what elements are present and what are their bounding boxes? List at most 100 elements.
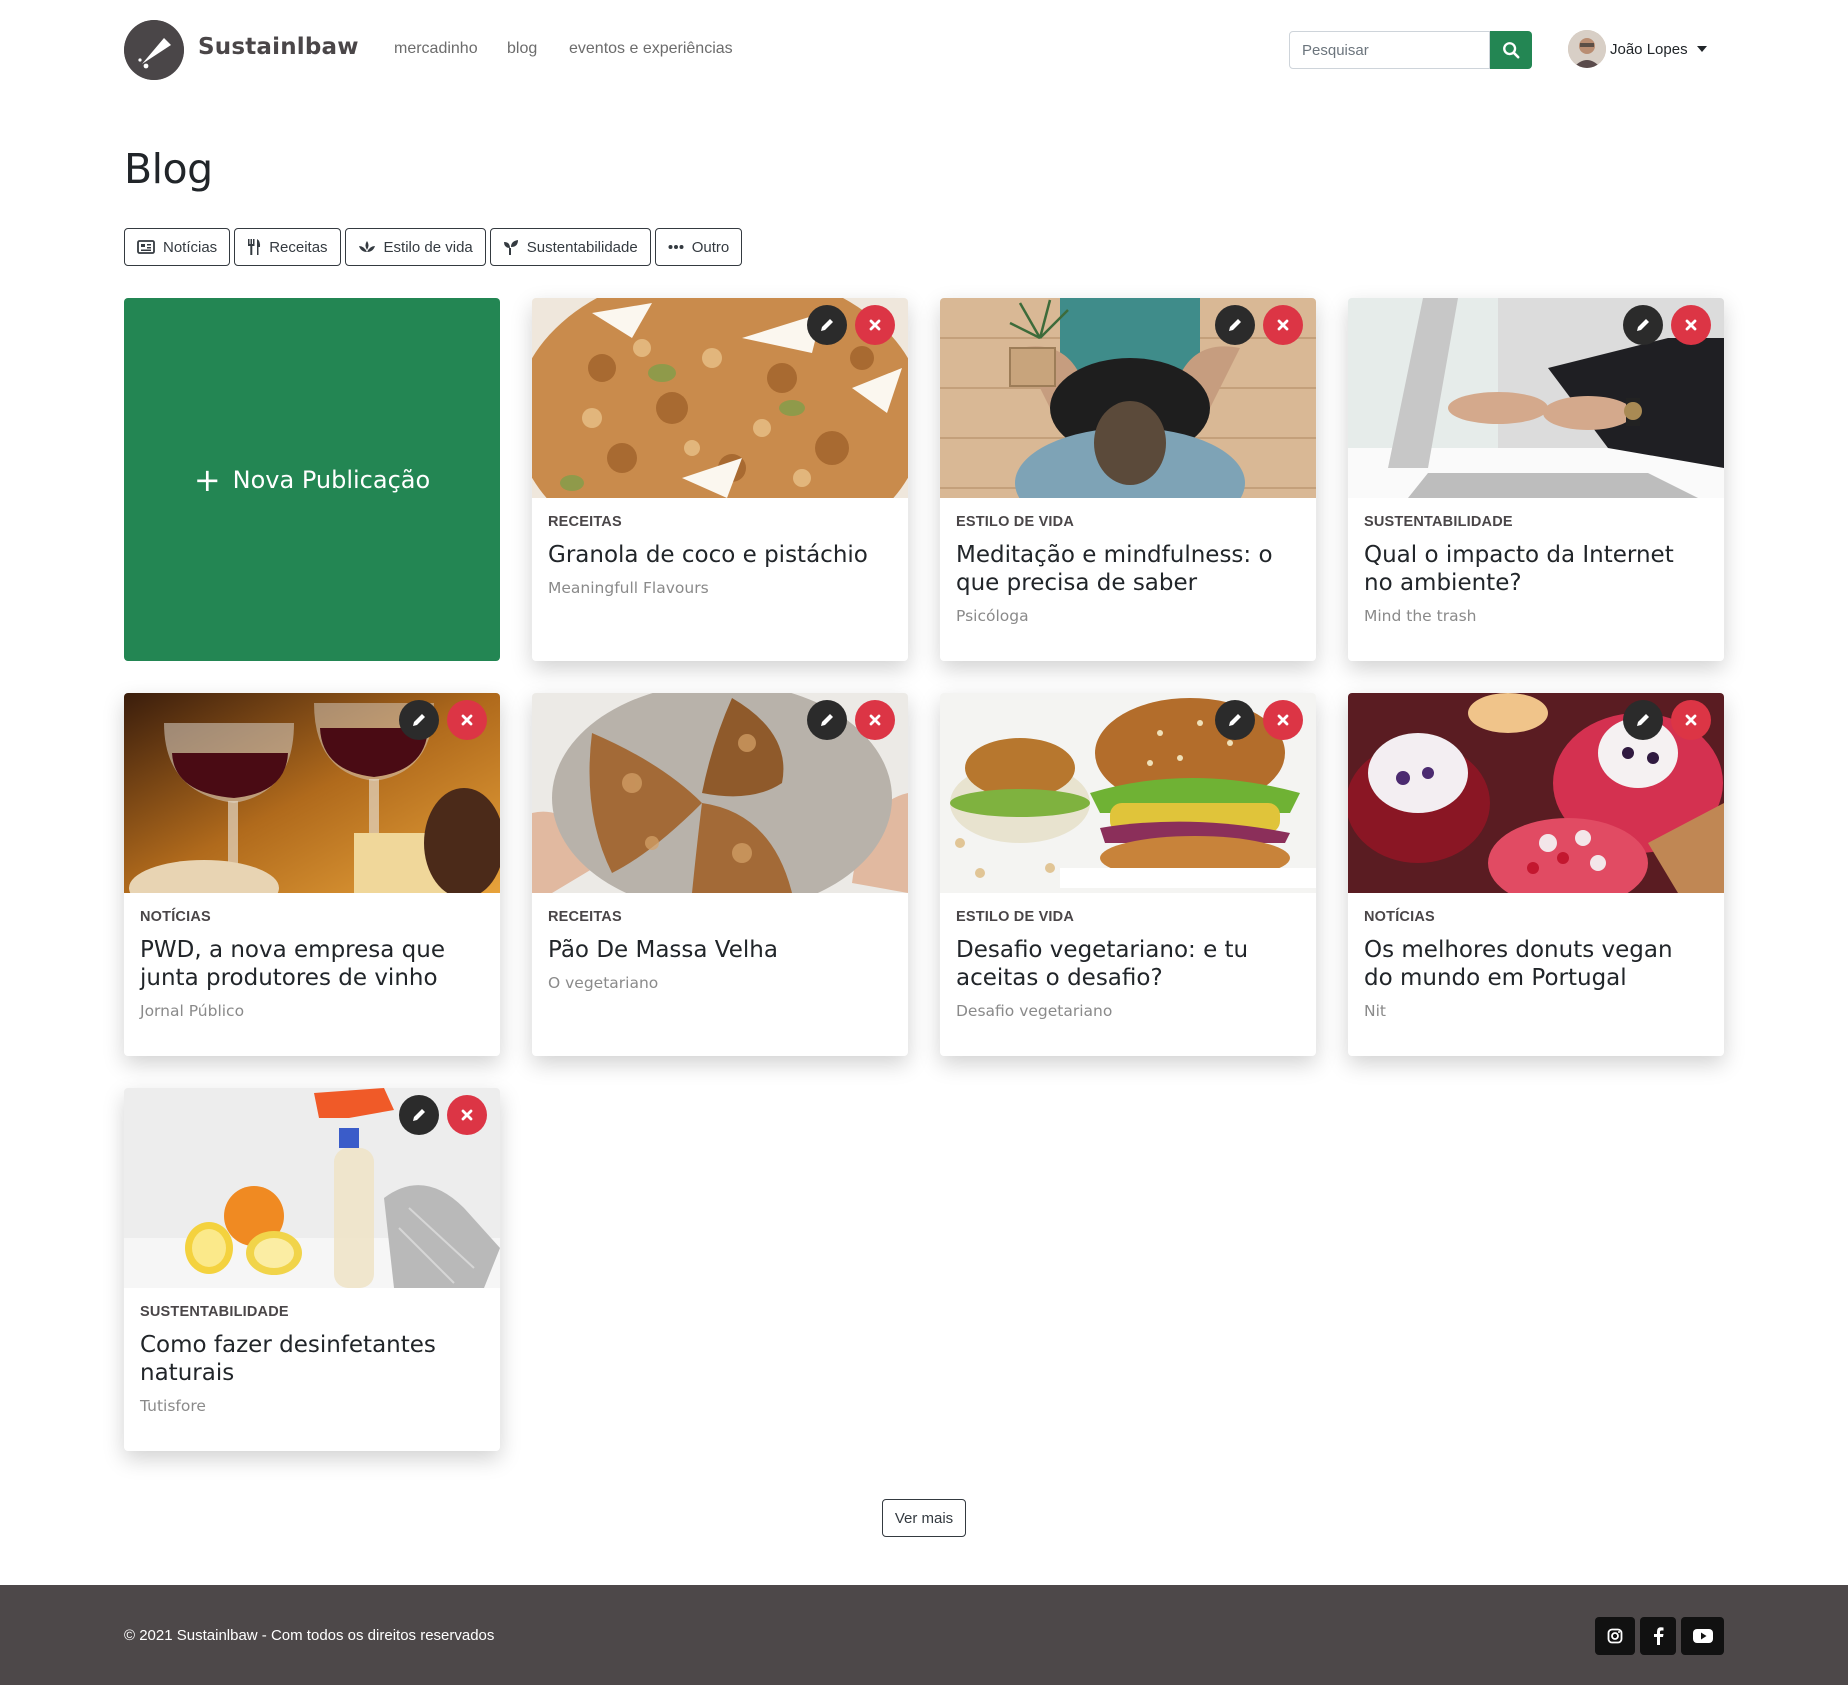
card-body: NOTÍCIAS Os melhores donuts vegan do mun…	[1364, 909, 1708, 1020]
post-title[interactable]: Qual o impacto da Internet no ambiente?	[1364, 541, 1708, 597]
post-title[interactable]: Meditação e mindfulness: o que precisa d…	[956, 541, 1300, 597]
post-title[interactable]: Desafio vegetariano: e tu aceitas o desa…	[956, 936, 1300, 992]
filter-label: Notícias	[163, 238, 218, 256]
filter-sustentabilidade[interactable]: Sustentabilidade	[489, 228, 651, 266]
post-card[interactable]: RECEITAS Pão De Massa Velha O vegetarian…	[532, 693, 908, 1056]
plus-icon: +	[193, 460, 221, 499]
post-image-bread	[532, 693, 908, 893]
user-avatar	[1568, 30, 1606, 68]
instagram-icon[interactable]	[1595, 1617, 1635, 1655]
search-icon	[1503, 42, 1520, 59]
delete-button[interactable]	[1671, 700, 1711, 740]
delete-button[interactable]	[855, 305, 895, 345]
post-category: NOTÍCIAS	[140, 909, 211, 925]
pencil-icon	[1229, 319, 1241, 331]
copyright-text: © 2021 Sustainlbaw - Com todos os direit…	[124, 1627, 495, 1644]
post-card[interactable]: NOTÍCIAS PWD, a nova empresa que junta p…	[124, 693, 500, 1056]
delete-button[interactable]	[1263, 305, 1303, 345]
pencil-icon	[1637, 319, 1649, 331]
card-body: RECEITAS Granola de coco e pistáchio Mea…	[548, 514, 892, 597]
post-title[interactable]: Granola de coco e pistáchio	[548, 541, 892, 569]
navbar: Sustainlbaw mercadinho blog eventos e ex…	[0, 0, 1848, 100]
delete-button[interactable]	[1263, 700, 1303, 740]
close-icon	[1277, 714, 1289, 726]
card-body: ESTILO DE VIDA Meditação e mindfulness: …	[956, 514, 1300, 625]
pencil-icon	[1637, 714, 1649, 726]
post-source: Jornal Público	[140, 1002, 245, 1020]
brand-logo-icon[interactable]	[124, 20, 184, 80]
post-card[interactable]: ESTILO DE VIDA Desafio vegetariano: e tu…	[940, 693, 1316, 1056]
edit-button[interactable]	[1215, 700, 1255, 740]
utensils-icon	[248, 239, 261, 255]
nav-link-blog[interactable]: blog	[507, 40, 537, 58]
post-source: Mind the trash	[1364, 607, 1477, 625]
delete-button[interactable]	[447, 1095, 487, 1135]
edit-button[interactable]	[399, 1095, 439, 1135]
close-icon	[1685, 319, 1697, 331]
post-source: Meaningfull Flavours	[548, 579, 709, 597]
card-body: NOTÍCIAS PWD, a nova empresa que junta p…	[140, 909, 484, 1020]
delete-button[interactable]	[447, 700, 487, 740]
post-source: Psicóloga	[956, 607, 1029, 625]
post-image-wine	[124, 693, 500, 893]
nav-link-mercadinho[interactable]: mercadinho	[394, 40, 478, 58]
new-post-label: Nova Publicação	[232, 465, 431, 494]
post-category: SUSTENTABILIDADE	[1364, 514, 1513, 530]
chevron-down-icon	[1696, 46, 1707, 52]
post-image-meditation	[940, 298, 1316, 498]
pencil-icon	[821, 714, 833, 726]
edit-button[interactable]	[399, 700, 439, 740]
delete-button[interactable]	[1671, 305, 1711, 345]
facebook-icon[interactable]	[1640, 1617, 1676, 1655]
delete-button[interactable]	[855, 700, 895, 740]
brand-name[interactable]: Sustainlbaw	[198, 34, 359, 60]
footer: © 2021 Sustainlbaw - Com todos os direit…	[0, 1585, 1848, 1685]
post-title[interactable]: Como fazer desinfetantes naturais	[140, 1331, 484, 1387]
filter-outro[interactable]: Outro	[654, 228, 743, 266]
search-input[interactable]	[1289, 31, 1490, 69]
post-card[interactable]: RECEITAS Granola de coco e pistáchio Mea…	[532, 298, 908, 661]
post-title[interactable]: Pão De Massa Velha	[548, 936, 892, 964]
edit-button[interactable]	[807, 700, 847, 740]
search-button[interactable]	[1490, 31, 1532, 69]
new-post-button[interactable]: + Nova Publicação	[124, 298, 500, 661]
load-more-button[interactable]: Ver mais	[882, 1499, 966, 1537]
close-icon	[869, 319, 881, 331]
filter-label: Receitas	[269, 238, 328, 256]
post-card[interactable]: SUSTENTABILIDADE Qual o impacto da Inter…	[1348, 298, 1724, 661]
filter-label: Sustentabilidade	[526, 238, 638, 256]
filter-estilo-de-vida[interactable]: Estilo de vida	[344, 228, 486, 266]
pencil-icon	[413, 714, 425, 726]
post-image-cleaning	[124, 1088, 500, 1288]
edit-button[interactable]	[1215, 305, 1255, 345]
post-card[interactable]: NOTÍCIAS Os melhores donuts vegan do mun…	[1348, 693, 1724, 1056]
post-image-laptop	[1348, 298, 1724, 498]
nav-link-eventos[interactable]: eventos e experiências	[569, 40, 733, 58]
filter-noticias[interactable]: Notícias	[124, 228, 231, 266]
post-title[interactable]: Os melhores donuts vegan do mundo em Por…	[1364, 936, 1708, 992]
user-menu[interactable]: João Lopes	[1568, 30, 1707, 68]
post-source: Tutisfore	[140, 1397, 206, 1415]
card-body: SUSTENTABILIDADE Qual o impacto da Inter…	[1364, 514, 1708, 625]
close-icon	[461, 714, 473, 726]
youtube-icon[interactable]	[1681, 1617, 1724, 1655]
close-icon	[1685, 714, 1697, 726]
close-icon	[461, 1109, 473, 1121]
edit-button[interactable]	[1623, 305, 1663, 345]
edit-button[interactable]	[1623, 700, 1663, 740]
post-category: NOTÍCIAS	[1364, 909, 1435, 925]
post-card[interactable]: ESTILO DE VIDA Meditação e mindfulness: …	[940, 298, 1316, 661]
post-title[interactable]: PWD, a nova empresa que junta produtores…	[140, 936, 484, 992]
edit-button[interactable]	[807, 305, 847, 345]
post-category: ESTILO DE VIDA	[956, 514, 1075, 530]
filter-label: Estilo de vida	[383, 238, 473, 256]
close-icon	[1277, 319, 1289, 331]
user-name: João Lopes	[1610, 40, 1688, 58]
post-source: Desafio vegetariano	[956, 1002, 1113, 1020]
filter-receitas[interactable]: Receitas	[234, 228, 341, 266]
post-card[interactable]: SUSTENTABILIDADE Como fazer desinfetante…	[124, 1088, 500, 1451]
ellipsis-icon	[668, 245, 684, 249]
pencil-icon	[413, 1109, 425, 1121]
card-body: RECEITAS Pão De Massa Velha O vegetarian…	[548, 909, 892, 992]
close-icon	[869, 714, 881, 726]
